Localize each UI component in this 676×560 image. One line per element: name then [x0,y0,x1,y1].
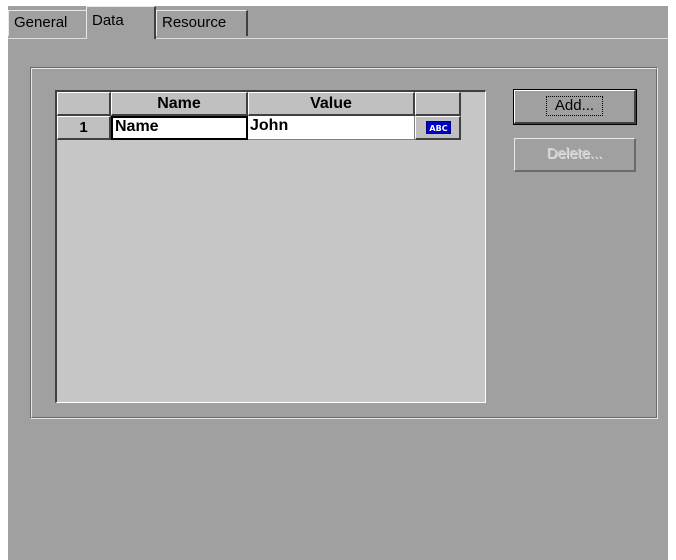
delete-button-label: Delete... [546,145,603,162]
grid-corner-header[interactable] [57,92,111,116]
properties-dialog: General Data Resource Name Value 1 Name … [0,0,676,560]
name-cell[interactable]: Name [111,116,248,140]
add-button-label: Add... [545,96,604,116]
type-cell[interactable]: ABC [415,116,461,140]
text-type-icon: ABC [426,121,451,134]
tab-resource[interactable]: Resource [156,10,248,36]
data-grid[interactable]: Name Value 1 Name John ABC [55,90,486,403]
row-header[interactable]: 1 [57,116,111,140]
value-cell[interactable]: John [248,116,415,140]
column-header-value[interactable]: Value [248,92,415,116]
tab-data[interactable]: Data [86,6,156,39]
add-button[interactable]: Add... [513,89,637,125]
column-header-name[interactable]: Name [111,92,248,116]
tab-general[interactable]: General [8,10,86,36]
column-header-type[interactable] [415,92,461,116]
delete-button[interactable]: Delete... [514,138,636,172]
